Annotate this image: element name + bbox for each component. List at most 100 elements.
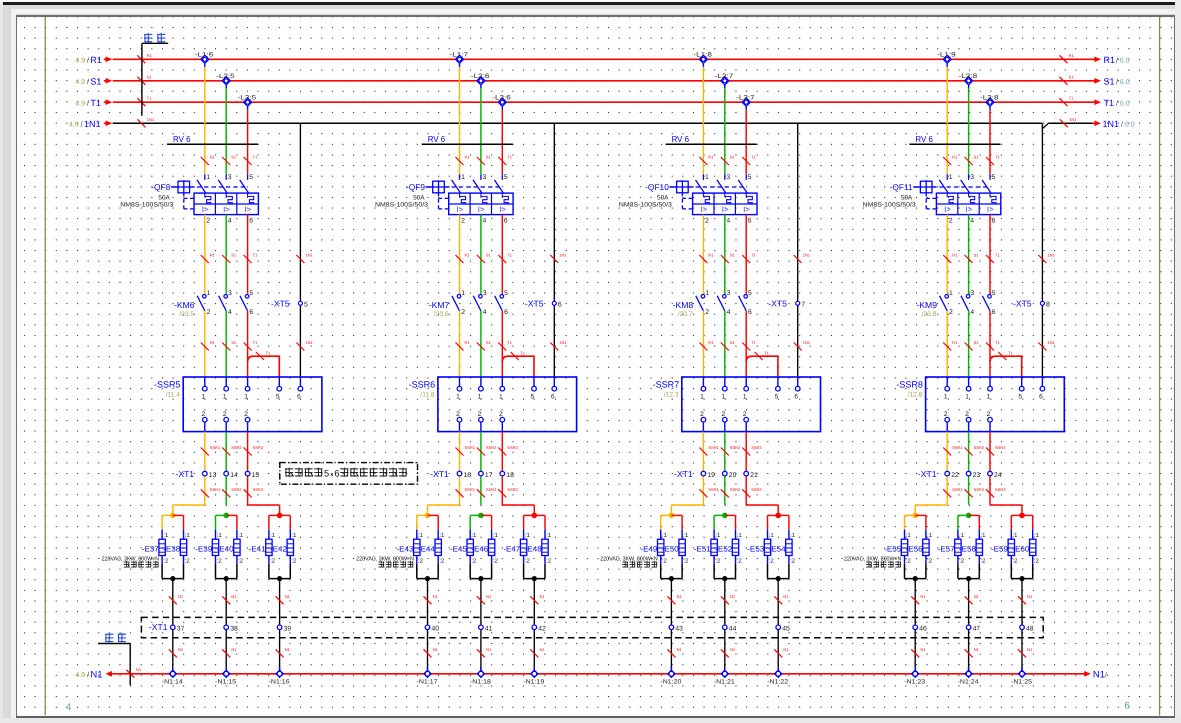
svg-text:-L1:8: -L1:8 <box>693 52 712 59</box>
svg-text:4: 4 <box>228 217 232 224</box>
svg-text:1: 1 <box>705 174 709 181</box>
svg-text:-E56: -E56 <box>906 545 923 554</box>
svg-text:4: 4 <box>66 702 71 713</box>
svg-text:46: 46 <box>919 625 927 632</box>
svg-text:-E49: -E49 <box>640 545 657 554</box>
svg-text:-SSR5: -SSR5 <box>154 380 181 390</box>
svg-text:SSR1: SSR1 <box>952 445 963 450</box>
svg-text:-N1:15: -N1:15 <box>215 678 237 685</box>
svg-text:14: 14 <box>230 472 238 479</box>
svg-text:-L3:5: -L3:5 <box>238 95 257 102</box>
svg-text:S1: S1 <box>1104 76 1115 86</box>
svg-text:NM8S-100S/50/3: NM8S-100S/50/3 <box>120 202 174 209</box>
svg-text:RV 6: RV 6 <box>173 134 191 144</box>
svg-text:N1: N1 <box>920 647 926 652</box>
svg-text:5: 5 <box>304 301 308 308</box>
svg-text::2: :2 <box>163 557 169 564</box>
svg-text:N1: N1 <box>974 647 980 652</box>
svg-text:SSR3: SSR3 <box>751 487 762 492</box>
svg-text:5: 5 <box>504 174 508 181</box>
svg-text:T1: T1 <box>147 96 152 101</box>
svg-text:8: 8 <box>1046 301 1050 308</box>
svg-text:N1: N1 <box>783 594 789 599</box>
svg-text:44: 44 <box>729 625 737 632</box>
svg-text::1: :1 <box>790 532 796 539</box>
svg-text:5: 5 <box>992 174 996 181</box>
svg-text:-QF11: -QF11 <box>890 182 913 192</box>
svg-text:R1: R1 <box>465 340 471 345</box>
svg-text:4: 4 <box>726 217 730 224</box>
svg-text:T1: T1 <box>507 155 512 160</box>
svg-text:37: 37 <box>177 625 185 632</box>
svg-text:-XT5: -XT5 <box>525 299 544 309</box>
svg-text::1: :1 <box>238 532 244 539</box>
svg-text:50A: 50A <box>158 194 170 201</box>
svg-text:48: 48 <box>1026 625 1034 632</box>
svg-text:1: 1 <box>949 174 953 181</box>
svg-text:R1: R1 <box>147 53 153 58</box>
svg-text:-L2:7: -L2:7 <box>715 73 734 80</box>
svg-text:-SSR6: -SSR6 <box>409 380 436 390</box>
svg-text:I>: I> <box>743 205 750 214</box>
svg-text:2: 2 <box>461 309 465 316</box>
svg-text:RV 6: RV 6 <box>428 134 446 144</box>
svg-text:3: 3 <box>726 174 730 181</box>
svg-text:-E58: -E58 <box>959 545 976 554</box>
svg-text:4: 4 <box>970 309 974 316</box>
svg-text:1N1: 1N1 <box>803 340 811 345</box>
svg-text:SSR1: SSR1 <box>708 445 719 450</box>
svg-text:SSR2: SSR2 <box>974 445 985 450</box>
svg-text:1N1: 1N1 <box>1103 119 1120 129</box>
svg-text:1: 1 <box>700 394 704 401</box>
svg-text:7: 7 <box>801 301 805 308</box>
svg-text:-E54: -E54 <box>769 545 787 554</box>
svg-text::2: :2 <box>546 557 552 564</box>
svg-text:SSR2: SSR2 <box>730 445 741 450</box>
svg-text:22: 22 <box>951 472 959 479</box>
svg-text:-L3:6: -L3:6 <box>492 95 511 102</box>
svg-text:19: 19 <box>707 472 715 479</box>
svg-text:-XT5: -XT5 <box>271 299 290 309</box>
svg-text::2: :2 <box>683 557 689 564</box>
svg-text:S1: S1 <box>730 340 736 345</box>
svg-text:SSR1: SSR1 <box>210 445 221 450</box>
svg-text:I>: I> <box>944 205 951 214</box>
svg-text:SSR3: SSR3 <box>507 487 518 492</box>
svg-text:1: 1 <box>499 394 503 401</box>
svg-text:N1: N1 <box>433 647 439 652</box>
svg-text:-QF9: -QF9 <box>406 182 425 192</box>
svg-text:R1: R1 <box>90 55 102 65</box>
svg-text:3: 3 <box>970 174 974 181</box>
svg-text::2: :2 <box>715 557 721 564</box>
svg-text::1: :1 <box>662 532 668 539</box>
svg-text::1: :1 <box>715 532 721 539</box>
svg-text:N1: N1 <box>920 594 926 599</box>
svg-text::2: :2 <box>927 557 933 564</box>
svg-text:4.9 /: 4.9 / <box>75 57 89 65</box>
svg-text:-E45: -E45 <box>450 545 467 554</box>
svg-text:13: 13 <box>209 472 217 479</box>
svg-text:SSR3: SSR3 <box>253 487 264 492</box>
svg-text:5: 5 <box>531 394 535 401</box>
svg-text:-E38: -E38 <box>163 545 180 554</box>
svg-text::1: :1 <box>546 532 552 539</box>
svg-text::1: :1 <box>471 532 477 539</box>
svg-text::2: :2 <box>525 557 531 564</box>
svg-text:SSR1: SSR1 <box>952 487 963 492</box>
svg-text:-N1:14: -N1:14 <box>162 678 184 685</box>
svg-text:6: 6 <box>748 217 752 224</box>
svg-text::2: :2 <box>662 557 668 564</box>
svg-text::1: :1 <box>769 532 775 539</box>
svg-text:1N1: 1N1 <box>1047 340 1055 345</box>
svg-text:T1: T1 <box>90 98 101 108</box>
svg-text:3: 3 <box>970 290 974 297</box>
svg-text:/ 6.0: / 6.0 <box>1116 99 1130 107</box>
svg-text:SSR1: SSR1 <box>210 487 221 492</box>
svg-text:T1: T1 <box>751 155 756 160</box>
svg-text:-QF8: -QF8 <box>151 182 170 192</box>
svg-text:1N1: 1N1 <box>147 117 155 122</box>
svg-text:I>: I> <box>244 205 251 214</box>
svg-text:-L1:7: -L1:7 <box>450 52 469 59</box>
svg-text::2: :2 <box>418 557 424 564</box>
svg-text:6: 6 <box>992 217 996 224</box>
